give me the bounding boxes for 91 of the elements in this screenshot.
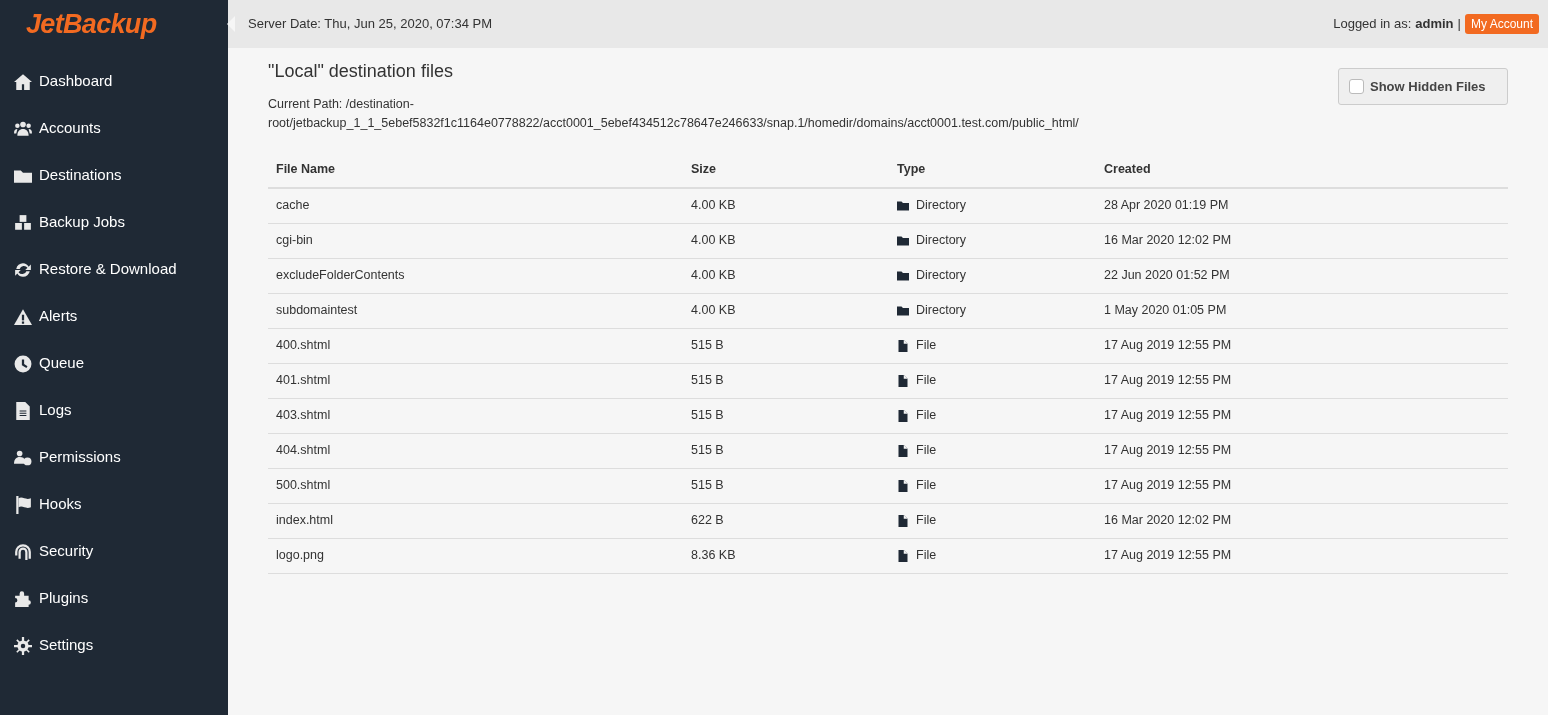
sidebar-item[interactable]: Permissions (0, 434, 228, 481)
file-type: File (916, 547, 937, 565)
show-hidden-files-button[interactable]: Show Hidden Files (1338, 68, 1508, 105)
file-name: excludeFolderContents (276, 268, 405, 283)
column-header: Size (683, 151, 889, 188)
sidebar-item[interactable]: Plugins (0, 575, 228, 622)
file-type: File (916, 407, 937, 425)
file-size: 4.00 KB (691, 303, 736, 318)
created-date: 17 Aug 2019 12:55 PM (1104, 408, 1232, 423)
separator: | (1457, 15, 1461, 34)
file-size: 4.00 KB (691, 233, 736, 248)
sidebar-item[interactable]: Restore & Download (0, 246, 228, 293)
created-date: 17 Aug 2019 12:55 PM (1104, 548, 1232, 563)
created-date: 16 Mar 2020 12:02 PM (1104, 233, 1232, 248)
file-name: logo.png (276, 548, 324, 563)
page-title: "Local" destination files (268, 60, 454, 83)
column-header: Type (889, 151, 1096, 188)
file-type: Directory (916, 302, 966, 320)
created-date: 17 Aug 2019 12:55 PM (1104, 443, 1232, 458)
file-type: Directory (916, 232, 966, 250)
home-icon (12, 72, 34, 91)
folder-icon (897, 199, 909, 212)
file-size: 515 B (691, 408, 724, 423)
file-icon (897, 339, 909, 352)
file-size: 4.00 KB (691, 198, 736, 213)
file-type: Directory (916, 197, 966, 215)
sidebar-item[interactable]: Settings (0, 622, 228, 669)
folder-icon (897, 304, 909, 317)
file-name: 401.shtml (276, 373, 331, 388)
created-date: 17 Aug 2019 12:55 PM (1104, 478, 1232, 493)
created-date: 17 Aug 2019 12:55 PM (1104, 373, 1232, 388)
file-type: File (916, 337, 937, 355)
file-name: 400.shtml (276, 338, 331, 353)
created-date: 1 May 2020 01:05 PM (1104, 303, 1227, 318)
file-name: cache (276, 198, 310, 213)
sidebar-item[interactable]: Queue (0, 340, 228, 387)
current-path: Current Path: /destination-root/jetbackup_1_1_5ebef5832f1c1164e0778822/acct0001_5ebef434512c78647e246633/snap.1/homedir/domains/acct0001.test.com/public_html/ (268, 96, 1080, 132)
refresh-icon (12, 260, 34, 279)
caret-icon (227, 16, 235, 32)
username: admin (1415, 15, 1454, 34)
file-name: subdomaintest (276, 303, 358, 318)
clock-icon (12, 354, 34, 373)
logo[interactable]: JetBackup (26, 10, 157, 38)
file-size: 515 B (691, 478, 724, 493)
file-size: 8.36 KB (691, 548, 736, 563)
created-date: 16 Mar 2020 12:02 PM (1104, 513, 1232, 528)
file-icon (897, 549, 909, 562)
file-name: index.html (276, 513, 333, 528)
file-name: 500.shtml (276, 478, 331, 493)
puzzle-icon (12, 589, 34, 608)
file-name: cgi-bin (276, 233, 313, 248)
file-size: 4.00 KB (691, 268, 736, 283)
file-size: 515 B (691, 373, 724, 388)
users-icon (12, 119, 34, 138)
file-icon (897, 409, 909, 422)
folder-icon (897, 269, 909, 282)
server-date: Server Date: Thu, Jun 25, 2020, 07:34 PM (248, 15, 493, 34)
sidebar-item[interactable]: Dashboard (0, 58, 228, 105)
sidebar-item[interactable]: Logs (0, 387, 228, 434)
created-date: 28 Apr 2020 01:19 PM (1104, 198, 1229, 213)
file-icon (897, 479, 909, 492)
sidebar-item[interactable]: Backup Jobs (0, 199, 228, 246)
folder-icon (897, 234, 909, 247)
file-icon (897, 444, 909, 457)
logged-in-label: Logged in as: (1333, 15, 1412, 34)
file-type: File (916, 512, 937, 530)
file-name: 404.shtml (276, 443, 331, 458)
checkbox[interactable] (1349, 79, 1364, 94)
sidebar-item[interactable]: Alerts (0, 293, 228, 340)
file-name: 403.shtml (276, 408, 331, 423)
column-header: File Name (268, 151, 683, 188)
file-type: File (916, 442, 937, 460)
sidebar-item[interactable]: Accounts (0, 105, 228, 152)
sidebar-item[interactable]: Destinations (0, 152, 228, 199)
sidebar-item[interactable]: Hooks (0, 481, 228, 528)
sidebar-item[interactable]: Security (0, 528, 228, 575)
file-icon (897, 514, 909, 527)
warning-icon (12, 307, 34, 326)
file-size: 515 B (691, 443, 724, 458)
file-type: File (916, 477, 937, 495)
file-icon (897, 374, 909, 387)
created-date: 22 Jun 2020 01:52 PM (1104, 268, 1230, 283)
file-type: Directory (916, 267, 966, 285)
column-header: Created (1096, 151, 1508, 188)
created-date: 17 Aug 2019 12:55 PM (1104, 338, 1232, 353)
fingerprint-icon (12, 542, 34, 561)
file-size: 515 B (691, 338, 724, 353)
file-type: File (916, 372, 937, 390)
file-size: 622 B (691, 513, 724, 528)
cubes-icon (12, 213, 34, 232)
settings-icon (12, 636, 34, 655)
